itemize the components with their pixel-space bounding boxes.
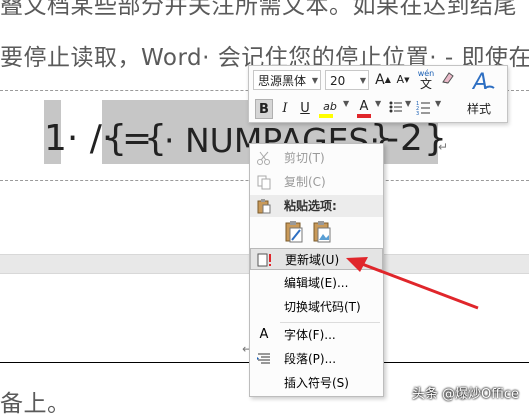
svg-text:A: A: [471, 70, 488, 94]
styles-icon: A: [471, 70, 495, 95]
font-icon: A: [259, 327, 269, 342]
paste-icon: [257, 199, 271, 214]
paste-picture-icon[interactable]: [312, 220, 334, 244]
document-text-line: 备上。: [0, 391, 71, 417]
chevron-down-icon[interactable]: ▼: [375, 99, 381, 108]
numbering-icon[interactable]: 123: [415, 99, 433, 119]
clear-format-icon[interactable]: [439, 70, 457, 90]
font-color-button[interactable]: A: [355, 97, 373, 118]
update-field-icon: [257, 253, 271, 267]
paste-keep-formatting-icon[interactable]: [284, 220, 306, 244]
page-number-prefix[interactable]: 1· /·: [44, 118, 113, 159]
grow-font-button[interactable]: A▲: [375, 70, 391, 90]
menu-header-paste-options: 粘贴选项:: [250, 195, 383, 217]
italic-button[interactable]: I: [277, 99, 293, 119]
paragraph-mark: ↵: [438, 140, 449, 154]
annotation-arrow: [346, 257, 479, 310]
watermark: 头条 @爆炒Office: [411, 387, 519, 402]
menu-item-copy[interactable]: 复制(C): [250, 171, 383, 193]
menu-item-font[interactable]: A 字体(F)...: [250, 324, 383, 346]
menu-item-insert-symbol[interactable]: 插入符号(S): [250, 372, 383, 394]
chevron-down-icon: ▼: [359, 76, 366, 85]
font-size-select[interactable]: 20 ▼: [325, 70, 369, 90]
menu-item-paragraph[interactable]: 段落(P)...: [250, 348, 383, 370]
styles-label: 样式: [467, 102, 492, 116]
font-name-value: 思源黑体: [258, 74, 307, 88]
menu-item-cut[interactable]: 剪切(T): [250, 147, 383, 169]
font-name-select[interactable]: 思源黑体 ▼: [253, 70, 321, 90]
highlight-button[interactable]: ab: [317, 97, 343, 118]
field-minus[interactable]: -: [386, 118, 399, 159]
menu-separator: [280, 322, 380, 323]
bullets-icon[interactable]: [387, 99, 405, 119]
document-text-line: 叠文档某些部分并关注所需文本。如果在达到结尾: [0, 0, 517, 19]
paragraph-icon: [257, 353, 270, 364]
scissors-icon: [257, 151, 270, 165]
phonetic-guide-button[interactable]: wén 文: [415, 68, 437, 92]
bold-button[interactable]: B: [255, 99, 273, 119]
copy-icon: [257, 175, 271, 190]
underline-button[interactable]: U: [297, 99, 313, 119]
styles-button[interactable]: A: [465, 68, 501, 100]
field-number-two[interactable]: 2: [400, 118, 423, 159]
svg-text:3: 3: [416, 111, 419, 115]
mini-toolbar: 思源黑体 ▼ 20 ▼ A▲ A▼ wén 文 A 样式 B I U ab ▼ …: [248, 65, 508, 123]
font-size-value: 20: [330, 74, 346, 88]
chevron-down-icon[interactable]: ▼: [405, 99, 411, 108]
chevron-down-icon[interactable]: ▼: [435, 99, 441, 108]
chevron-down-icon: ▼: [311, 76, 318, 85]
shrink-font-button[interactable]: A▼: [395, 70, 411, 90]
chevron-down-icon[interactable]: ▼: [343, 99, 349, 108]
